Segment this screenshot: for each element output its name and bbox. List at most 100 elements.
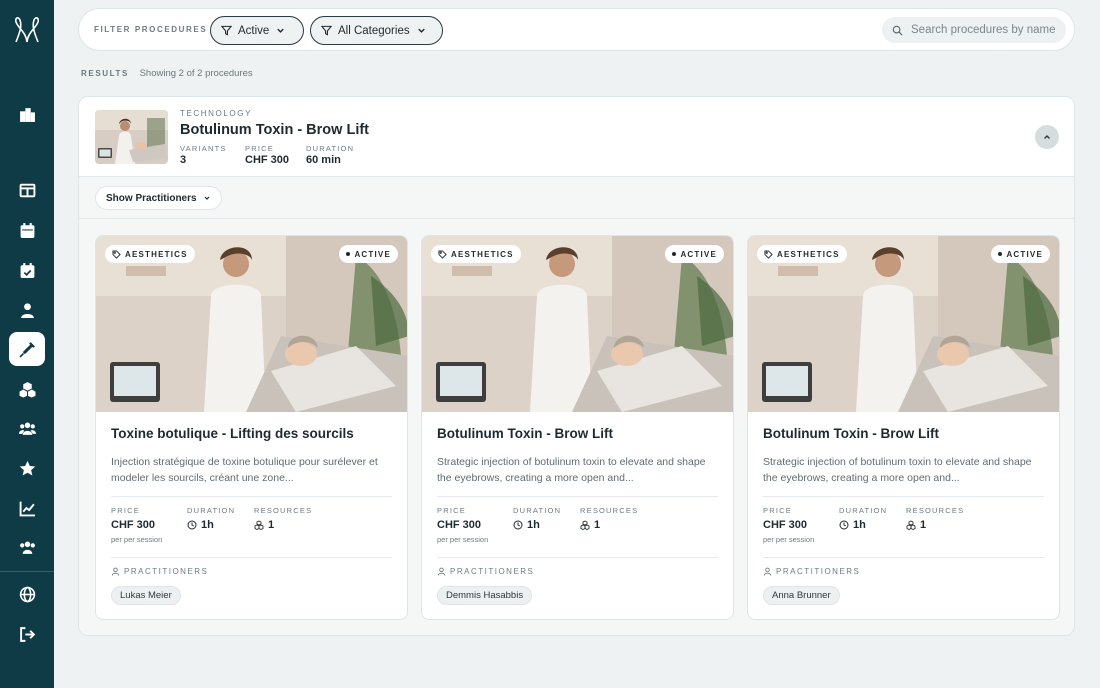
practitioner-chip[interactable]: Demmis Hasabbis [437, 586, 533, 605]
chevron-down-icon [417, 28, 425, 33]
variant-card[interactable]: AESTHETICS ACTIVE Toxine botulique - Lif… [95, 235, 408, 620]
duration-value-row: 1h [839, 519, 887, 531]
variant-duration: DURATION 1h [513, 506, 561, 531]
category-filter-dropdown[interactable]: All Categories [310, 16, 443, 45]
calendar-check-icon [20, 262, 34, 278]
sidebar [0, 0, 54, 688]
variant-resources: RESOURCES 1 [254, 506, 312, 531]
variant-description: Strategic injection of botulinum toxin t… [437, 456, 706, 484]
divider [763, 496, 1044, 497]
filter-icon [221, 25, 232, 36]
sidebar-item-layout[interactable] [9, 173, 45, 207]
sidebar-item-logout[interactable] [9, 617, 45, 651]
chevron-down-icon [204, 196, 210, 200]
variant-card[interactable]: AESTHETICS ACTIVE Botulinum Toxin - Brow… [747, 235, 1060, 620]
sidebar-item-team[interactable] [9, 530, 45, 564]
variants-value: 3 [180, 154, 187, 166]
sidebar-item-clients[interactable] [9, 411, 45, 445]
sidebar-item-buildings[interactable] [9, 97, 45, 131]
category-tag: AESTHETICS [757, 245, 847, 263]
category-tag-label: AESTHETICS [451, 249, 514, 259]
tag-icon [112, 249, 121, 259]
practitioners-label: PRACTITIONERS [124, 567, 209, 576]
results-summary: RESULTS Showing 2 of 2 procedures [81, 68, 253, 79]
practitioners-heading: PRACTITIONERS [437, 567, 534, 576]
logout-icon [19, 626, 35, 642]
filter-label: FILTER PROCEDURES [94, 25, 208, 34]
variants-label: VARIANTS [180, 144, 227, 153]
practitioners-label: PRACTITIONERS [776, 567, 861, 576]
resources-value-row: 1 [580, 519, 638, 531]
syringe-icon [18, 341, 35, 358]
layout-icon [19, 183, 35, 197]
clock-icon [839, 520, 849, 530]
variant-title: Botulinum Toxin - Brow Lift [763, 426, 939, 441]
practitioners-heading: PRACTITIONERS [763, 567, 860, 576]
cubes-icon [254, 520, 264, 530]
procedure-price: PRICE CHF 300 [245, 144, 289, 166]
variant-duration: DURATION 1h [839, 506, 887, 531]
status-badge: ACTIVE [991, 245, 1050, 263]
variant-title: Toxine botulique - Lifting des sourcils [111, 426, 354, 441]
globe-icon [19, 586, 35, 602]
divider [111, 557, 392, 558]
sidebar-item-resources[interactable] [9, 372, 45, 406]
price-value: CHF 300 [245, 154, 290, 166]
procedure-duration: DURATION 60 min [306, 144, 354, 166]
status-badge: ACTIVE [665, 245, 724, 263]
variant-price: PRICE CHF 300 per per session [111, 506, 162, 544]
price-value: CHF 300 [763, 519, 808, 531]
duration-label: DURATION [306, 144, 355, 153]
procedure-header[interactable]: TECHNOLOGY Botulinum Toxin - Brow Lift V… [79, 97, 1074, 177]
star-icon [19, 460, 35, 476]
status-dot-icon [998, 252, 1003, 256]
practitioner-chip[interactable]: Lukas Meier [111, 586, 181, 605]
procedure-thumbnail [95, 110, 168, 164]
practitioners-label: PRACTITIONERS [450, 567, 535, 576]
chevron-down-icon [277, 28, 285, 33]
sidebar-divider [0, 571, 54, 572]
results-label: RESULTS [81, 69, 129, 78]
procedure-variants: VARIANTS 3 [180, 144, 227, 166]
duration-value-row: 1h [187, 519, 235, 531]
chart-line-icon [19, 501, 35, 516]
user-icon [763, 567, 772, 576]
status-filter-dropdown[interactable]: Active [210, 16, 304, 45]
buildings-icon [19, 107, 35, 122]
tag-icon [764, 249, 773, 259]
sidebar-item-reviews[interactable] [9, 451, 45, 485]
resources-value: 1 [268, 519, 275, 531]
resources-label: RESOURCES [906, 506, 965, 515]
variant-resources: RESOURCES 1 [906, 506, 964, 531]
duration-label: DURATION [187, 506, 236, 515]
duration-value: 60 min [306, 154, 341, 166]
show-practitioners-button[interactable]: Show Practitioners [95, 186, 222, 210]
duration-value: 1h [853, 519, 866, 531]
category-tag-label: AESTHETICS [777, 249, 840, 259]
price-value: CHF 300 [437, 519, 482, 531]
sidebar-item-calendar[interactable] [9, 213, 45, 247]
collapse-button[interactable] [1035, 125, 1059, 149]
sidebar-item-staff[interactable] [9, 293, 45, 327]
resources-value-row: 1 [906, 519, 964, 531]
practitioners-toolbar: Show Practitioners [79, 177, 1074, 219]
search-box [882, 17, 1066, 43]
variant-description: Injection stratégique de toxine botuliqu… [111, 456, 378, 484]
price-unit: per per session [763, 535, 815, 544]
sidebar-item-analytics[interactable] [9, 491, 45, 525]
search-input[interactable] [911, 24, 1061, 36]
results-count: Showing 2 of 2 procedures [139, 68, 253, 79]
resources-value: 1 [920, 519, 927, 531]
sidebar-item-procedures[interactable] [9, 332, 45, 366]
duration-value: 1h [527, 519, 540, 531]
practitioner-chip[interactable]: Anna Brunner [763, 586, 840, 605]
status-dot-icon [672, 252, 677, 256]
sidebar-item-language[interactable] [9, 577, 45, 611]
search-icon [892, 25, 903, 36]
price-label: PRICE [763, 506, 792, 515]
variant-card[interactable]: AESTHETICS ACTIVE Botulinum Toxin - Brow… [421, 235, 734, 620]
category-tag-label: AESTHETICS [125, 249, 188, 259]
procedure-group-panel: TECHNOLOGY Botulinum Toxin - Brow Lift V… [78, 96, 1075, 636]
filter-bar: FILTER PROCEDURES Active All Categories [78, 8, 1075, 51]
sidebar-item-appointments[interactable] [9, 253, 45, 287]
